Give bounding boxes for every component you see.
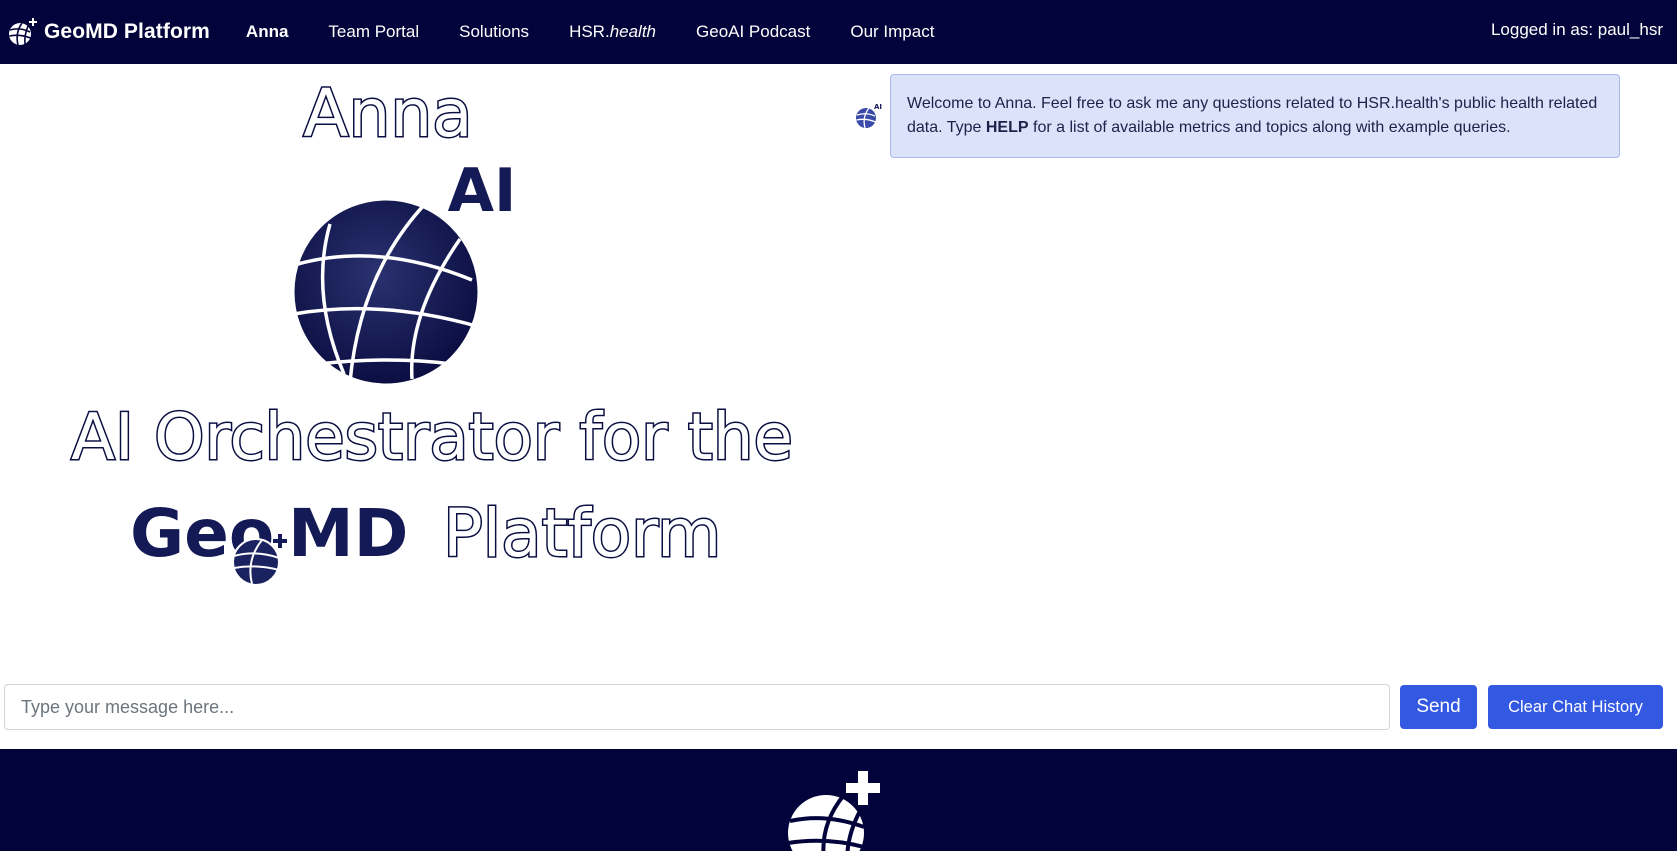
nav-link-our-impact[interactable]: Our Impact [850,22,934,42]
footer-globe-plus-icon [787,771,880,851]
nav-link-geoai-podcast[interactable]: GeoAI Podcast [696,22,810,42]
hero-brand-md: MD [288,495,408,572]
globe-plus-icon [9,18,37,46]
brand-link[interactable]: GeoMD Platform [6,16,210,48]
nav-link-hsr-prefix: HSR. [569,22,610,41]
nav-link-anna[interactable]: Anna [246,22,289,42]
clear-chat-history-button[interactable]: Clear Chat History [1488,685,1663,729]
svg-text:AI: AI [874,103,882,111]
globe-icon [291,197,481,387]
anna-hero-logo: Anna AI AI Orchestrator for the Geo MD P… [0,64,860,624]
chat-message: AI Welcome to Anna. Feel free to ask me … [854,74,1620,158]
hero-title: Anna [303,75,472,152]
nav-link-solutions[interactable]: Solutions [459,22,529,42]
ai-badge: AI [448,156,517,226]
login-status: Logged in as: paul_hsr [1490,20,1663,39]
nav-link-hsr-italic: health [609,22,657,41]
hero-tagline: AI Orchestrator for the [71,401,793,475]
nav-links: Anna Team Portal Solutions HSR.health Ge… [246,22,975,42]
nav-link-team-portal[interactable]: Team Portal [328,22,419,42]
send-button[interactable]: Send [1400,685,1477,729]
anna-logo-graphic: Anna AI AI Orchestrator for the Geo MD P… [70,74,794,586]
brand-name: GeoMD Platform [44,20,210,43]
footer [0,749,1677,851]
anna-avatar-icon: AI [856,103,882,129]
nav-link-hsr-health[interactable]: HSR.health [569,22,656,42]
chat-input-row: Send Clear Chat History [4,684,1664,730]
chat-bubble: Welcome to Anna. Feel free to ask me any… [890,74,1620,158]
message-text-after: for a list of available metrics and topi… [1028,119,1511,136]
navbar: GeoMD Platform Anna Team Portal Solution… [0,0,1677,64]
message-text-bold: HELP [985,119,1029,136]
hero-brand-platform: Platform [443,495,721,572]
message-input[interactable] [4,684,1390,730]
